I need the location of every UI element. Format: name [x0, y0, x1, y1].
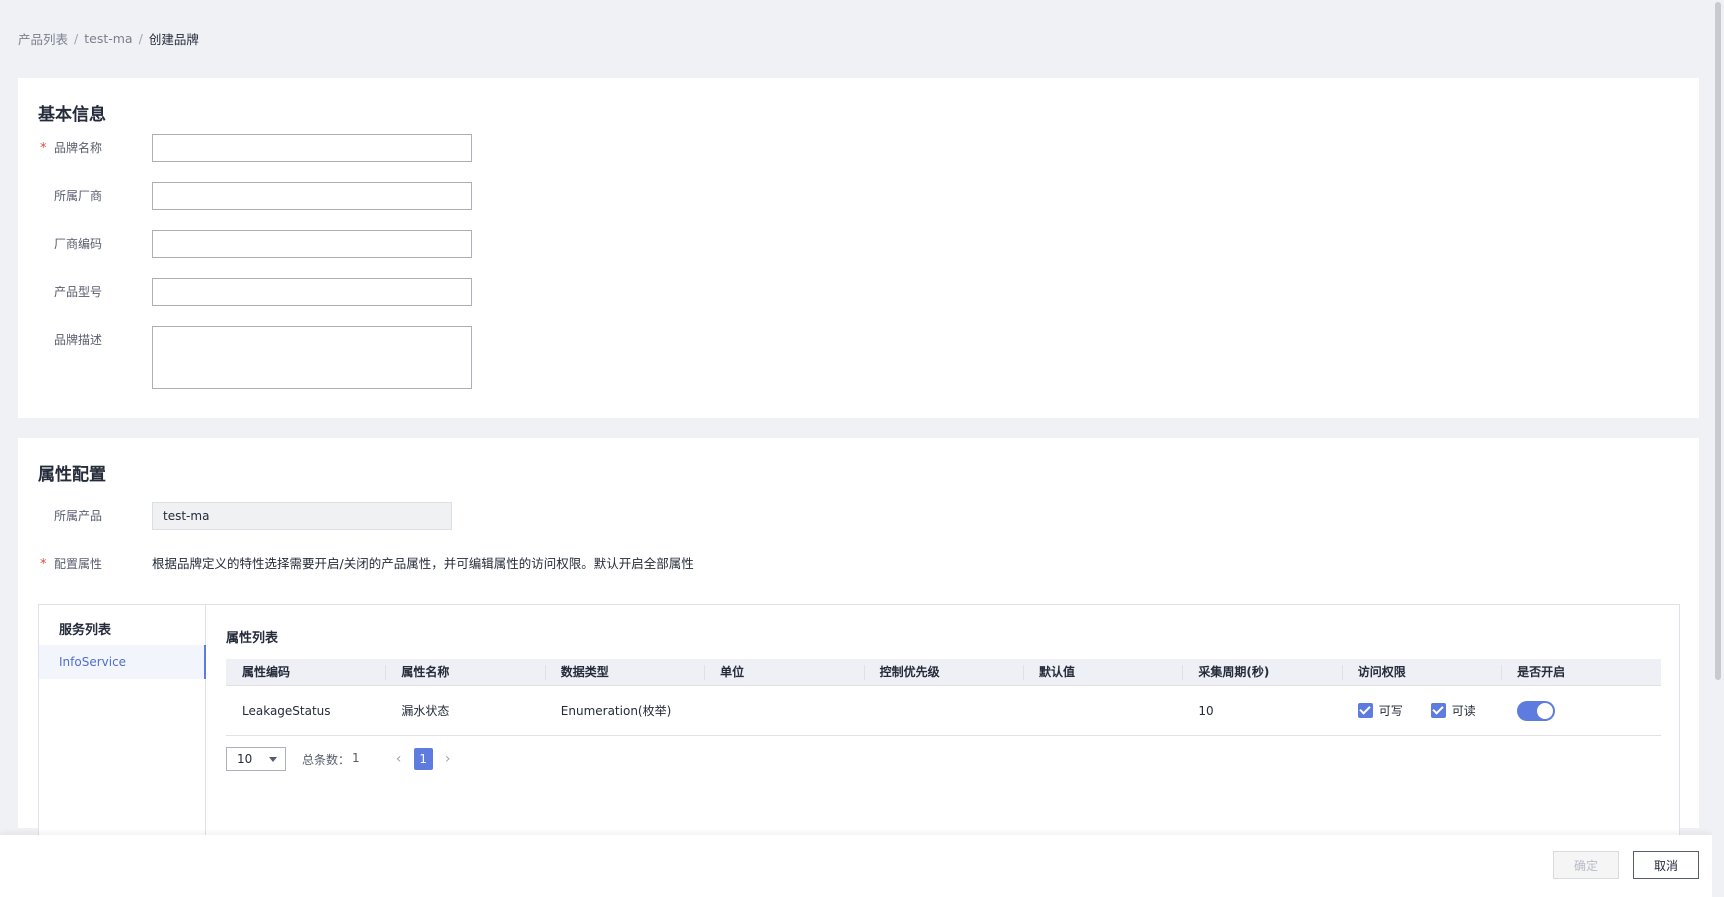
footer-action-bar: 确定 取消 [0, 835, 1712, 897]
page-size-select[interactable]: 10 [226, 747, 286, 771]
perm-write-label: 可写 [1378, 704, 1403, 718]
cell-name: 漏水状态 [401, 704, 450, 718]
scrollbar-thumb[interactable] [1715, 2, 1721, 680]
breadcrumb: 产品列表 / test-ma / 创建品牌 [18, 29, 199, 48]
attr-table-header: 属性编码 属性名称 数据类型 单位 控制优先级 默认值 采集周期(秒) 访问权限… [226, 659, 1661, 686]
confirm-button[interactable]: 确定 [1553, 851, 1619, 879]
cell-code: LeakageStatus [242, 703, 331, 718]
product-readonly-field: test-ma [152, 502, 452, 530]
enabled-toggle[interactable] [1517, 700, 1556, 721]
column-header-priority: 控制优先级 [863, 659, 1023, 685]
column-header-permission: 访问权限 [1341, 659, 1501, 685]
breadcrumb-separator: / [138, 30, 143, 46]
basic-info-title: 基本信息 [38, 105, 106, 125]
chevron-left-icon[interactable]: ‹ [392, 751, 406, 767]
cell-enabled [1501, 700, 1660, 721]
brand-desc-row: 品牌描述 [38, 326, 472, 392]
basic-info-card: 基本信息 * 品牌名称 所属厂商 厂商编码 产品型号 品牌描述 [18, 78, 1699, 418]
column-header-name: 属性名称 [385, 659, 544, 685]
column-header-type: 数据类型 [544, 659, 704, 685]
product-model-label: 产品型号 [54, 285, 103, 299]
service-attr-panel: 服务列表 InfoService 属性列表 属性编码 属性名称 数据类型 单位 … [38, 604, 1680, 854]
manufacturer-code-input[interactable] [152, 230, 472, 258]
manufacturer-code-row: 厂商编码 [38, 230, 472, 258]
brand-desc-label: 品牌描述 [54, 333, 103, 347]
required-mark: * [40, 557, 47, 572]
cell-period: 10 [1198, 703, 1214, 718]
product-row: 所属产品 test-ma [38, 502, 452, 530]
column-header-default: 默认值 [1022, 659, 1182, 685]
breadcrumb-product-list[interactable]: 产品列表 [18, 29, 68, 48]
attr-table: 属性编码 属性名称 数据类型 单位 控制优先级 默认值 采集周期(秒) 访问权限… [226, 659, 1661, 736]
cell-type: Enumeration(枚举) [560, 704, 672, 718]
attr-config-title: 属性配置 [38, 465, 106, 485]
product-label: 所属产品 [54, 509, 103, 523]
config-attr-row: * 配置属性 根据品牌定义的特性选择需要开启/关闭的产品属性，并可编辑属性的访问… [38, 550, 694, 578]
chevron-right-icon[interactable]: › [441, 751, 455, 767]
product-model-row: 产品型号 [38, 278, 472, 306]
cancel-button[interactable]: 取消 [1633, 851, 1699, 879]
column-header-period: 采集周期(秒) [1182, 659, 1341, 685]
perm-write-group: 可写 [1357, 702, 1403, 719]
total-count: 总条数： 1 [302, 750, 360, 767]
brand-name-label: * 品牌名称 [38, 134, 152, 162]
perm-read-label: 可读 [1451, 704, 1476, 718]
page-scrollbar[interactable] [1712, 0, 1724, 897]
breadcrumb-separator: / [74, 30, 79, 46]
config-attr-hint: 根据品牌定义的特性选择需要开启/关闭的产品属性，并可编辑属性的访问权限。默认开启… [152, 556, 694, 571]
page-size-value: 10 [237, 752, 253, 766]
column-header-enabled: 是否开启 [1501, 659, 1660, 685]
brand-name-row: * 品牌名称 [38, 134, 472, 162]
perm-write-checkbox[interactable] [1357, 703, 1373, 718]
config-attr-label: * 配置属性 [38, 550, 152, 578]
service-list: 服务列表 InfoService [39, 605, 206, 853]
perm-read-group: 可读 [1430, 702, 1476, 719]
table-row: LeakageStatus 漏水状态 Enumeration(枚举) 10 可写 [226, 686, 1661, 736]
column-header-code: 属性编码 [242, 665, 291, 679]
pagination: 10 总条数： 1 ‹ 1 › [226, 747, 455, 771]
manufacturer-code-label: 厂商编码 [54, 237, 103, 251]
required-mark: * [40, 141, 47, 156]
manufacturer-input[interactable] [152, 182, 472, 210]
cell-permission: 可写 可读 [1342, 702, 1501, 719]
breadcrumb-current: 创建品牌 [148, 31, 199, 47]
attr-list-area: 属性列表 属性编码 属性名称 数据类型 单位 控制优先级 默认值 采集周期(秒)… [226, 605, 1661, 853]
manufacturer-row: 所属厂商 [38, 182, 472, 210]
manufacturer-label: 所属厂商 [54, 189, 103, 203]
create-brand-page: 产品列表 / test-ma / 创建品牌 基本信息 * 品牌名称 所属厂商 厂… [0, 0, 1724, 897]
attr-list-title: 属性列表 [226, 631, 279, 646]
breadcrumb-test-ma[interactable]: test-ma [84, 31, 132, 46]
page-number-1[interactable]: 1 [413, 748, 433, 770]
column-header-unit: 单位 [704, 659, 863, 685]
perm-read-checkbox[interactable] [1430, 703, 1446, 718]
product-model-input[interactable] [152, 278, 472, 306]
caret-down-icon [269, 756, 277, 762]
brand-name-input[interactable] [152, 134, 472, 162]
service-list-title: 服务列表 [59, 623, 112, 638]
attr-config-card: 属性配置 所属产品 test-ma * 配置属性 根据品牌定义的特性选择需要开启… [18, 438, 1699, 854]
brand-desc-textarea[interactable] [152, 326, 472, 389]
service-item-infoservice[interactable]: InfoService [39, 645, 206, 679]
